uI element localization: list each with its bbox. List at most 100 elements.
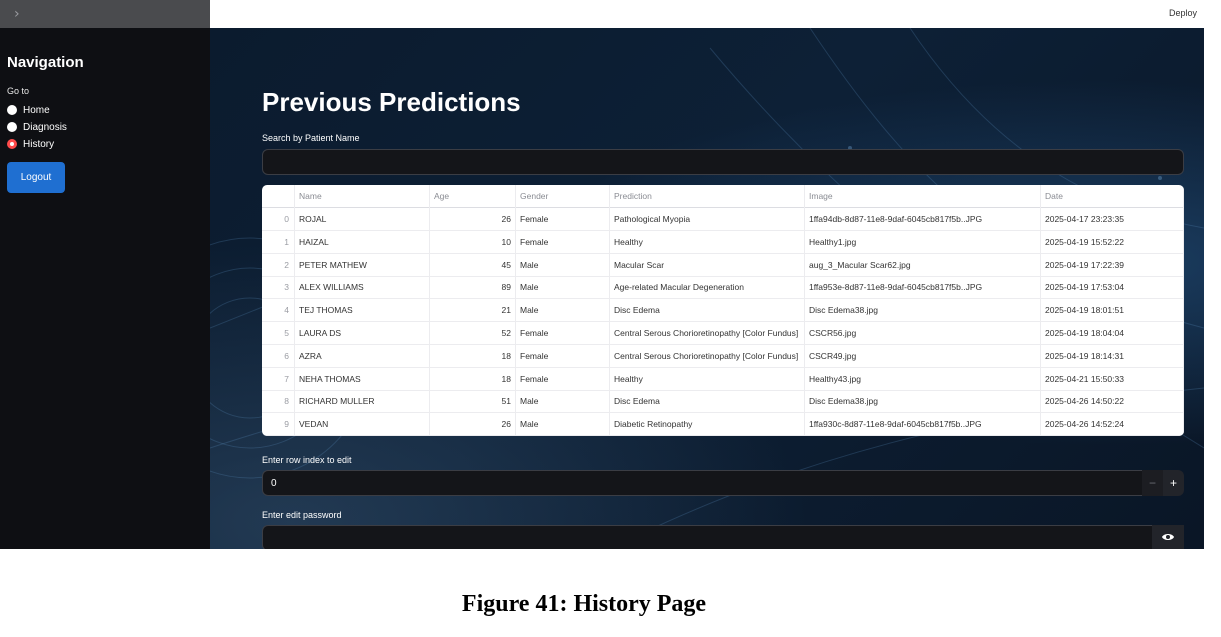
cell-gender: Male	[516, 276, 610, 300]
cell-prediction: Age-related Macular Degeneration	[610, 276, 805, 300]
cell-image: CSCR49.jpg	[805, 344, 1041, 368]
column-header-prediction[interactable]: Prediction	[610, 185, 805, 208]
sidebar-header: ›	[0, 0, 210, 28]
column-header-image[interactable]: Image	[805, 185, 1041, 208]
table-row[interactable]: 3 ALEX WILLIAMS 89 Male Age-related Macular …	[262, 276, 1184, 300]
chevron-right-icon[interactable]: ›	[14, 6, 20, 22]
cell-idx: 1	[262, 230, 295, 254]
cell-age: 89	[430, 276, 516, 300]
figure-caption: Figure 41: History Page	[461, 591, 707, 617]
cell-age: 26	[430, 208, 516, 231]
decrement-button[interactable]: −	[1142, 470, 1163, 496]
radio-home[interactable]: Home	[7, 103, 50, 117]
cell-age: 51	[430, 390, 516, 414]
cell-prediction: Central Serous Chorioretinopathy [Color …	[610, 344, 805, 368]
cell-age: 21	[430, 299, 516, 323]
cell-prediction: Pathological Myopia	[610, 208, 805, 231]
cell-prediction: Healthy	[610, 367, 805, 391]
password-input[interactable]	[262, 525, 1153, 549]
cell-image: Disc Edema38.jpg	[805, 390, 1041, 414]
table-row[interactable]: 1 HAIZAL 10 Female Healthy Healthy1.jpg 2025-0…	[262, 230, 1184, 254]
sidebar: › Navigation Go to Home Diagnosis Histor…	[0, 0, 210, 549]
table-row[interactable]: 0 ROJAL 26 Female Pathological Myopia 1ffa94d…	[262, 208, 1184, 231]
table-row[interactable]: 8 RICHARD MULLER 51 Male Disc Edema Disc Edem…	[262, 390, 1184, 414]
password-label: Enter edit password	[262, 510, 342, 520]
cell-name: LAURA DS	[295, 322, 430, 345]
cell-idx: 9	[262, 413, 295, 436]
cell-gender: Male	[516, 390, 610, 414]
cell-image: Disc Edema38.jpg	[805, 299, 1041, 323]
row-index-input[interactable]: 0	[262, 470, 1143, 496]
cell-idx: 4	[262, 299, 295, 323]
cell-name: ROJAL	[295, 208, 430, 231]
column-header-name[interactable]: Name	[295, 185, 430, 208]
main-content: Previous Predictions Search by Patient N…	[210, 28, 1204, 549]
column-header-date[interactable]: Date	[1041, 185, 1184, 208]
cell-image: CSCR56.jpg	[805, 322, 1041, 345]
cell-age: 26	[430, 413, 516, 436]
cell-prediction: Disc Edema	[610, 390, 805, 414]
logout-button[interactable]: Logout	[7, 162, 65, 193]
radio-history[interactable]: History	[7, 137, 54, 151]
show-password-button[interactable]	[1152, 525, 1184, 549]
radio-icon[interactable]	[7, 122, 17, 132]
deploy-button[interactable]: Deploy	[1169, 8, 1197, 18]
cell-image: 1ffa930c-8d87-11e8-9daf-6045cb817f5b..JP…	[805, 413, 1041, 436]
table-row[interactable]: 4 TEJ THOMAS 21 Male Disc Edema Disc Edema38.…	[262, 299, 1184, 323]
cell-idx: 5	[262, 322, 295, 345]
column-header-age[interactable]: Age	[430, 185, 516, 208]
cell-gender: Female	[516, 230, 610, 254]
cell-age: 45	[430, 253, 516, 277]
cell-idx: 0	[262, 208, 295, 231]
cell-date: 2025-04-19 15:52:22	[1041, 230, 1184, 254]
table-row[interactable]: 5 LAURA DS 52 Female Central Serous Choriore…	[262, 322, 1184, 345]
cell-name: TEJ THOMAS	[295, 299, 430, 323]
cell-name: RICHARD MULLER	[295, 390, 430, 414]
column-header-idx[interactable]	[262, 185, 295, 208]
cell-gender: Male	[516, 299, 610, 323]
page-title: Previous Predictions	[262, 87, 521, 117]
eye-icon	[1162, 534, 1174, 540]
radio-label: History	[23, 138, 55, 150]
table-row[interactable]: 6 AZRA 18 Female Central Serous Chorioretino…	[262, 344, 1184, 368]
cell-gender: Female	[516, 322, 610, 345]
table-row[interactable]: 9 VEDAN 26 Male Diabetic Retinopathy 1ffa930c…	[262, 413, 1184, 436]
cell-gender: Female	[516, 344, 610, 368]
search-input[interactable]	[262, 149, 1184, 175]
search-label: Search by Patient Name	[262, 133, 360, 143]
radio-label: Diagnosis	[23, 121, 67, 133]
radio-diagnosis[interactable]: Diagnosis	[7, 120, 67, 134]
cell-name: VEDAN	[295, 413, 430, 436]
cell-idx: 7	[262, 367, 295, 391]
cell-prediction: Central Serous Chorioretinopathy [Color …	[610, 322, 805, 345]
cell-gender: Male	[516, 253, 610, 277]
radio-selected-icon[interactable]	[7, 139, 17, 149]
cell-date: 2025-04-26 14:52:24	[1041, 413, 1184, 436]
column-header-gender[interactable]: Gender	[516, 185, 610, 208]
cell-image: aug_3_Macular Scar62.jpg	[805, 253, 1041, 277]
table-row[interactable]: 2 PETER MATHEW 45 Male Macular Scar aug_3_Mac…	[262, 253, 1184, 277]
cell-image: 1ffa953e-8d87-11e8-9daf-6045cb817f5b..JP…	[805, 276, 1041, 300]
cell-date: 2025-04-19 17:22:39	[1041, 253, 1184, 277]
predictions-table[interactable]: Name Age Gender Prediction Image Date 0 ROJAL 26…	[262, 185, 1184, 436]
cell-date: 2025-04-21 15:50:33	[1041, 367, 1184, 391]
cell-age: 52	[430, 322, 516, 345]
radio-icon[interactable]	[7, 105, 17, 115]
cell-prediction: Healthy	[610, 230, 805, 254]
app-screenshot: › Navigation Go to Home Diagnosis Histor…	[0, 0, 1204, 549]
cell-gender: Male	[516, 413, 610, 436]
cell-image: Healthy1.jpg	[805, 230, 1041, 254]
cell-image: Healthy43.jpg	[805, 367, 1041, 391]
increment-button[interactable]: +	[1163, 470, 1184, 496]
cell-date: 2025-04-19 18:04:04	[1041, 322, 1184, 345]
table-row[interactable]: 7 NEHA THOMAS 18 Female Healthy Healthy43.jpg…	[262, 367, 1184, 391]
table-header-row: Name Age Gender Prediction Image Date	[262, 185, 1184, 208]
top-bar: Deploy	[210, 0, 1204, 28]
cell-age: 18	[430, 367, 516, 391]
cell-idx: 2	[262, 253, 295, 277]
cell-idx: 8	[262, 390, 295, 414]
sidebar-title: Navigation	[7, 54, 84, 71]
cell-date: 2025-04-19 18:01:51	[1041, 299, 1184, 323]
cell-date: 2025-04-19 17:53:04	[1041, 276, 1184, 300]
cell-age: 18	[430, 344, 516, 368]
